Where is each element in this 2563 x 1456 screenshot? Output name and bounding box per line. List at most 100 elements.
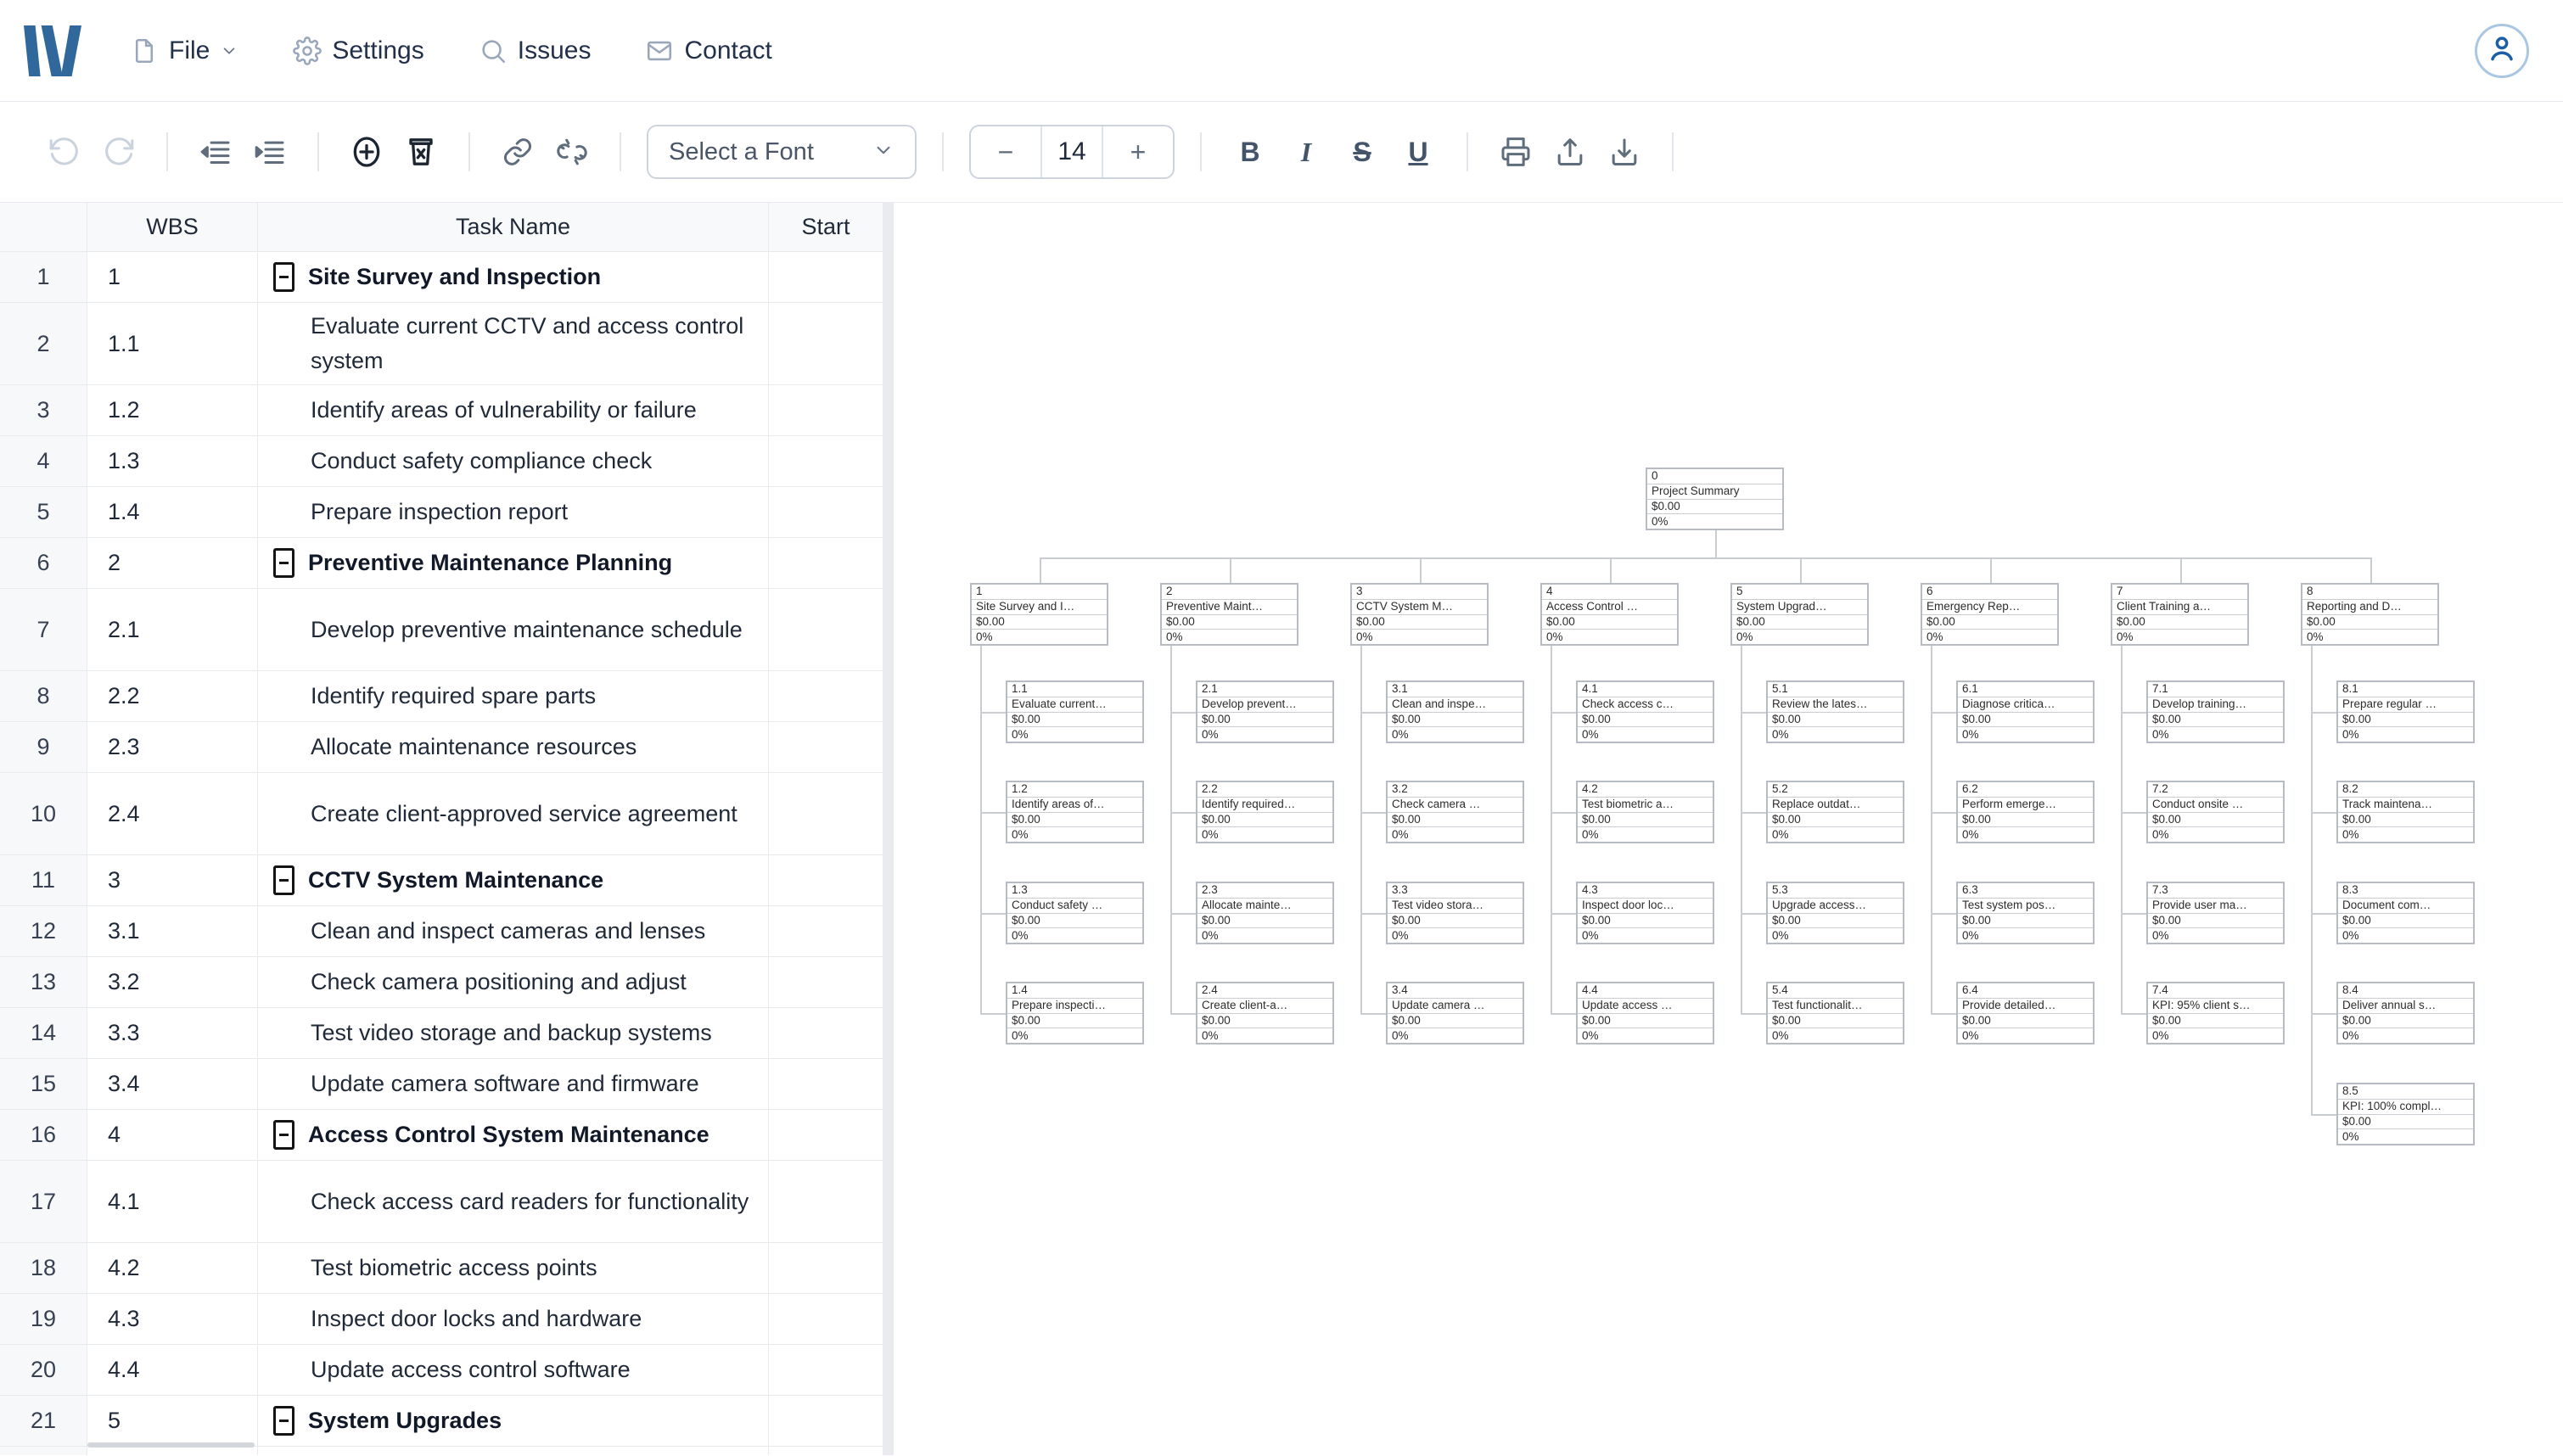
wbs-cell[interactable]: 1.3 (87, 436, 258, 486)
task-name-cell[interactable]: Update camera software and firmware (258, 1059, 769, 1109)
start-cell[interactable] (769, 385, 883, 435)
wbs-node-1.4[interactable]: 1.4Prepare inspecti…$0.000% (1006, 982, 1144, 1044)
user-avatar-button[interactable] (2475, 24, 2529, 78)
wbs-node-8.1[interactable]: 8.1Prepare regular …$0.000% (2336, 680, 2475, 743)
start-cell[interactable] (769, 1294, 883, 1344)
add-task-button[interactable] (339, 125, 394, 179)
wbs-node-3.2[interactable]: 3.2Check camera …$0.000% (1386, 781, 1524, 843)
start-cell[interactable] (769, 671, 883, 721)
indent-button[interactable] (243, 125, 297, 179)
start-cell[interactable] (769, 487, 883, 537)
task-name-cell[interactable]: CCTV System Maintenance (258, 855, 769, 905)
outdent-button[interactable] (188, 125, 243, 179)
start-cell[interactable] (769, 1243, 883, 1293)
wbs-node-6.3[interactable]: 6.3Test system pos…$0.000% (1956, 882, 2095, 944)
print-button[interactable] (1489, 125, 1543, 179)
wbs-cell[interactable]: 1.2 (87, 385, 258, 435)
task-name-cell[interactable]: Prepare inspection report (258, 487, 769, 537)
wbs-node-7[interactable]: 7Client Training a…$0.000% (2111, 583, 2249, 646)
start-cell[interactable] (769, 303, 883, 384)
redo-button[interactable] (92, 125, 146, 179)
start-cell[interactable] (769, 436, 883, 486)
wbs-node-2[interactable]: 2Preventive Maint…$0.000% (1160, 583, 1298, 646)
wbs-cell[interactable]: 1.1 (87, 303, 258, 384)
start-cell[interactable] (769, 252, 883, 302)
column-header-num[interactable] (0, 203, 87, 251)
task-name-cell[interactable]: Identify areas of vulnerability or failu… (258, 385, 769, 435)
underline-button[interactable]: U (1390, 125, 1446, 179)
undo-button[interactable] (37, 125, 92, 179)
wbs-node-5.1[interactable]: 5.1Review the lates…$0.000% (1766, 680, 1904, 743)
task-name-cell[interactable]: Evaluate current CCTV and access control… (258, 303, 769, 384)
task-name-cell[interactable]: Check access card readers for functional… (258, 1161, 769, 1242)
italic-button[interactable]: I (1278, 125, 1334, 179)
start-cell[interactable] (769, 906, 883, 956)
wbs-cell[interactable]: 4 (87, 1110, 258, 1160)
wbs-node-5.3[interactable]: 5.3Upgrade access…$0.000% (1766, 882, 1904, 944)
task-name-cell[interactable]: System Upgrades (258, 1396, 769, 1446)
wbs-cell[interactable]: 2.2 (87, 671, 258, 721)
wbs-cell[interactable]: 5 (87, 1396, 258, 1446)
wbs-node-1.1[interactable]: 1.1Evaluate current…$0.000% (1006, 680, 1144, 743)
upload-button[interactable] (1543, 125, 1597, 179)
task-name-cell[interactable]: Preventive Maintenance Planning (258, 538, 769, 588)
task-name-cell[interactable]: Inspect door locks and hardware (258, 1294, 769, 1344)
wbs-node-2.1[interactable]: 2.1Develop prevent…$0.000% (1196, 680, 1334, 743)
column-header-wbs[interactable]: WBS (87, 203, 258, 251)
wbs-node-2.4[interactable]: 2.4Create client-a…$0.000% (1196, 982, 1334, 1044)
wbs-cell[interactable]: 1.4 (87, 487, 258, 537)
wbs-cell[interactable]: 2.3 (87, 722, 258, 772)
collapse-toggle-icon[interactable] (273, 865, 294, 895)
unlink-button[interactable] (545, 125, 599, 179)
wbs-node-4.2[interactable]: 4.2Test biometric a…$0.000% (1576, 781, 1714, 843)
wbs-node-5[interactable]: 5System Upgrad…$0.000% (1730, 583, 1869, 646)
start-cell[interactable] (769, 538, 883, 588)
start-cell[interactable] (769, 589, 883, 670)
wbs-node-5.4[interactable]: 5.4Test functionalit…$0.000% (1766, 982, 1904, 1044)
wbs-node-1.3[interactable]: 1.3Conduct safety …$0.000% (1006, 882, 1144, 944)
wbs-node-8[interactable]: 8Reporting and D…$0.000% (2301, 583, 2439, 646)
font-select-dropdown[interactable]: Select a Font (647, 125, 917, 179)
wbs-node-6.2[interactable]: 6.2Perform emerge…$0.000% (1956, 781, 2095, 843)
horizontal-scrollbar-thumb[interactable] (87, 1442, 255, 1448)
start-cell[interactable] (769, 1161, 883, 1242)
delete-task-button[interactable] (394, 125, 448, 179)
wbs-node-8.5[interactable]: 8.5KPI: 100% compl…$0.000% (2336, 1083, 2475, 1145)
column-header-task-name[interactable]: Task Name (258, 203, 769, 251)
wbs-cell[interactable]: 3.4 (87, 1059, 258, 1109)
task-name-cell[interactable]: Update access control software (258, 1345, 769, 1395)
start-cell[interactable] (769, 722, 883, 772)
wbs-node-4[interactable]: 4Access Control …$0.000% (1540, 583, 1679, 646)
wbs-node-7.3[interactable]: 7.3Provide user ma…$0.000% (2146, 882, 2285, 944)
wbs-cell[interactable]: 4.2 (87, 1243, 258, 1293)
wbs-cell[interactable]: 2.1 (87, 589, 258, 670)
wbs-node-4.4[interactable]: 4.4Update access …$0.000% (1576, 982, 1714, 1044)
wbs-node-1[interactable]: 1Site Survey and I…$0.000% (970, 583, 1108, 646)
wbs-cell[interactable]: 4.4 (87, 1345, 258, 1395)
start-cell[interactable] (769, 1059, 883, 1109)
start-cell[interactable] (769, 1110, 883, 1160)
font-size-increase-button[interactable]: + (1103, 126, 1173, 177)
column-header-start[interactable]: Start (769, 203, 883, 251)
wbs-cell[interactable]: 2.4 (87, 773, 258, 854)
task-name-cell[interactable]: Site Survey and Inspection (258, 252, 769, 302)
collapse-toggle-icon[interactable] (273, 548, 294, 578)
wbs-cell[interactable]: 3.1 (87, 906, 258, 956)
collapse-toggle-icon[interactable] (273, 1406, 294, 1436)
task-name-cell[interactable]: Create client-approved service agreement (258, 773, 769, 854)
start-cell[interactable] (769, 773, 883, 854)
task-name-cell[interactable]: Develop preventive maintenance schedule (258, 589, 769, 670)
wbs-node-6.4[interactable]: 6.4Provide detailed…$0.000% (1956, 982, 2095, 1044)
wbs-cell[interactable]: 4.3 (87, 1294, 258, 1344)
bold-button[interactable]: B (1222, 125, 1278, 179)
start-cell[interactable] (769, 1008, 883, 1058)
wbs-node-3.1[interactable]: 3.1Clean and inspe…$0.000% (1386, 680, 1524, 743)
menu-item-file[interactable]: File (130, 36, 238, 65)
task-name-cell[interactable]: Check camera positioning and adjust (258, 957, 769, 1007)
wbs-node-8.3[interactable]: 8.3Document com…$0.000% (2336, 882, 2475, 944)
collapse-toggle-icon[interactable] (273, 1120, 294, 1150)
wbs-cell[interactable]: 4.1 (87, 1161, 258, 1242)
task-name-cell[interactable]: Allocate maintenance resources (258, 722, 769, 772)
wbs-node-8.4[interactable]: 8.4Deliver annual s…$0.000% (2336, 982, 2475, 1044)
wbs-cell[interactable]: 1 (87, 252, 258, 302)
